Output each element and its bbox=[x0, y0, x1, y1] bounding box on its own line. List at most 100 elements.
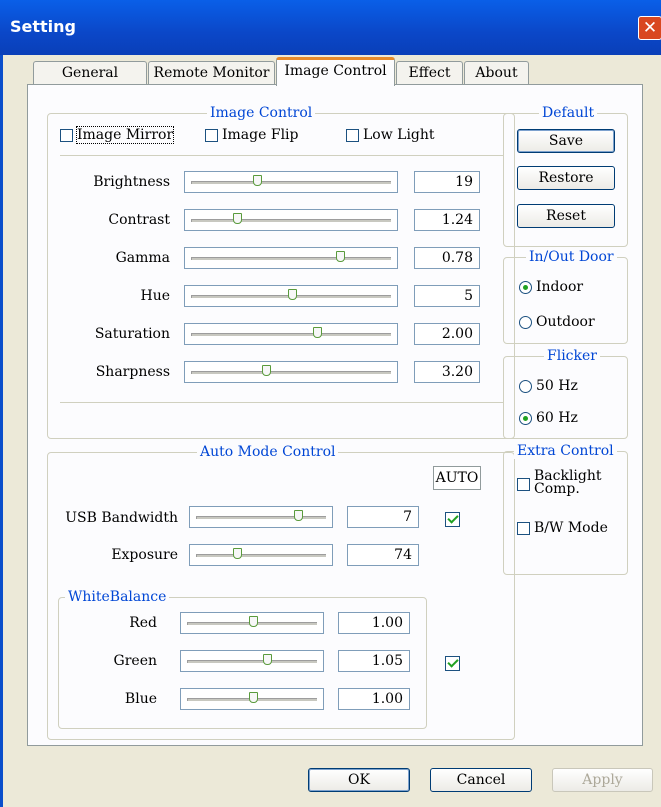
image-mirror-box[interactable] bbox=[60, 128, 73, 142]
saturation-slider[interactable] bbox=[184, 323, 398, 345]
title-bar[interactable]: Setting ✕ bbox=[0, 0, 661, 55]
sharpness-slider[interactable] bbox=[184, 361, 398, 383]
usb-bandwidth-slider[interactable] bbox=[189, 506, 333, 528]
image-flip-checkbox[interactable]: Image Flip bbox=[205, 127, 298, 143]
slider-thumb[interactable] bbox=[312, 327, 322, 338]
extra-control-group: Extra Control Backlight Comp. B/W Mode bbox=[503, 443, 628, 575]
usb-bandwidth-auto-checkbox[interactable] bbox=[445, 512, 460, 527]
save-button[interactable]: Save bbox=[517, 129, 615, 153]
tab-effect[interactable]: Effect bbox=[396, 61, 463, 85]
indoor-radio-dot[interactable] bbox=[519, 280, 532, 294]
backlight-comp-label: Backlight Comp. bbox=[534, 468, 602, 497]
close-icon: ✕ bbox=[642, 18, 658, 38]
slider-thumb[interactable] bbox=[335, 251, 345, 262]
blue-label: Blue bbox=[124, 691, 157, 707]
image-mirror-label: Image Mirror bbox=[75, 126, 175, 144]
flicker-title: Flicker bbox=[544, 348, 600, 364]
default-title: Default bbox=[539, 105, 598, 121]
slider-thumb[interactable] bbox=[248, 692, 258, 703]
slider-track bbox=[191, 181, 391, 184]
saturation-value[interactable]: 2.00 bbox=[414, 323, 480, 345]
blue-value[interactable]: 1.00 bbox=[338, 688, 410, 710]
sharpness-value[interactable]: 3.20 bbox=[414, 361, 480, 383]
brightness-value[interactable]: 19 bbox=[414, 171, 480, 193]
image-mirror-checkbox[interactable]: Image Mirror bbox=[60, 126, 175, 144]
hue-slider[interactable] bbox=[184, 285, 398, 307]
slider-thumb[interactable] bbox=[233, 213, 243, 224]
whitebalance-group: WhiteBalance Red 1.00 Green 1.05 Blue 1.00 bbox=[58, 589, 427, 729]
cancel-button[interactable]: Cancel bbox=[430, 768, 532, 792]
inout-door-title: In/Out Door bbox=[526, 249, 617, 265]
indoor-radio[interactable]: Indoor bbox=[519, 279, 583, 295]
green-label: Green bbox=[113, 653, 157, 669]
hue-label: Hue bbox=[140, 288, 170, 304]
red-slider[interactable] bbox=[180, 612, 324, 634]
brightness-label: Brightness bbox=[93, 174, 170, 190]
restore-button[interactable]: Restore bbox=[517, 166, 615, 190]
green-value[interactable]: 1.05 bbox=[338, 650, 410, 672]
slider-thumb[interactable] bbox=[248, 616, 258, 627]
exposure-value[interactable]: 74 bbox=[347, 544, 419, 566]
image-control-separator bbox=[60, 155, 504, 156]
gamma-label: Gamma bbox=[115, 250, 170, 266]
bw-mode-box[interactable] bbox=[517, 521, 530, 535]
outdoor-radio-dot[interactable] bbox=[519, 315, 532, 329]
image-control-bottom-separator bbox=[60, 402, 504, 403]
auto-mode-title: Auto Mode Control bbox=[197, 444, 339, 460]
tab-remote-monitor[interactable]: Remote Monitor bbox=[148, 61, 275, 85]
hue-value[interactable]: 5 bbox=[414, 285, 480, 307]
60hz-radio-dot[interactable] bbox=[519, 411, 532, 425]
whitebalance-auto-checkbox[interactable] bbox=[445, 656, 460, 671]
close-button[interactable]: ✕ bbox=[638, 16, 661, 40]
slider-thumb[interactable] bbox=[262, 365, 272, 376]
60hz-radio[interactable]: 60 Hz bbox=[519, 410, 578, 426]
tab-image-control[interactable]: Image Control bbox=[276, 57, 395, 86]
slider-track bbox=[187, 660, 317, 663]
setting-window: Setting ✕ General Setting Remote Monitor… bbox=[0, 0, 661, 807]
50hz-radio[interactable]: 50 Hz bbox=[519, 378, 578, 394]
slider-track bbox=[191, 219, 391, 222]
image-flip-label: Image Flip bbox=[222, 127, 299, 143]
slider-track bbox=[191, 257, 391, 260]
tab-about[interactable]: About bbox=[464, 61, 529, 85]
slider-thumb[interactable] bbox=[294, 510, 304, 521]
ok-button[interactable]: OK bbox=[308, 768, 410, 792]
slider-thumb[interactable] bbox=[252, 175, 262, 186]
slider-track bbox=[196, 516, 326, 519]
slider-thumb[interactable] bbox=[263, 654, 273, 665]
usb-bandwidth-label: USB Bandwidth bbox=[65, 510, 178, 526]
flicker-group: Flicker 50 Hz 60 Hz bbox=[503, 348, 628, 439]
low-light-checkbox[interactable]: Low Light bbox=[346, 127, 435, 143]
apply-button[interactable]: Apply bbox=[552, 768, 653, 792]
gamma-value[interactable]: 0.78 bbox=[414, 247, 480, 269]
red-value[interactable]: 1.00 bbox=[338, 612, 410, 634]
exposure-label: Exposure bbox=[111, 547, 178, 563]
image-flip-box[interactable] bbox=[205, 128, 218, 142]
slider-track bbox=[191, 371, 391, 374]
usb-bandwidth-value[interactable]: 7 bbox=[347, 506, 419, 528]
contrast-value[interactable]: 1.24 bbox=[414, 209, 480, 231]
backlight-comp-box[interactable] bbox=[517, 478, 530, 491]
gamma-slider[interactable] bbox=[184, 247, 398, 269]
contrast-slider[interactable] bbox=[184, 209, 398, 231]
tab-panel: Image Control Image Mirror Image Flip Lo… bbox=[27, 84, 643, 746]
brightness-slider[interactable] bbox=[184, 171, 398, 193]
saturation-label: Saturation bbox=[94, 326, 170, 342]
slider-thumb[interactable] bbox=[232, 548, 242, 559]
green-slider[interactable] bbox=[180, 650, 324, 672]
reset-button[interactable]: Reset bbox=[517, 204, 615, 228]
slider-thumb[interactable] bbox=[287, 289, 297, 300]
tab-general-setting[interactable]: General Setting bbox=[33, 61, 147, 104]
50hz-radio-dot[interactable] bbox=[519, 379, 532, 393]
outdoor-radio[interactable]: Outdoor bbox=[519, 314, 595, 330]
outdoor-label: Outdoor bbox=[536, 314, 595, 330]
image-control-title: Image Control bbox=[207, 105, 316, 121]
backlight-comp-checkbox[interactable]: Backlight Comp. bbox=[517, 468, 604, 497]
low-light-box[interactable] bbox=[346, 128, 359, 142]
bw-mode-checkbox[interactable]: B/W Mode bbox=[517, 520, 608, 536]
60hz-label: 60 Hz bbox=[536, 410, 578, 426]
exposure-slider[interactable] bbox=[189, 544, 333, 566]
slider-track bbox=[191, 333, 391, 336]
blue-slider[interactable] bbox=[180, 688, 324, 710]
bw-mode-label: B/W Mode bbox=[534, 520, 608, 536]
